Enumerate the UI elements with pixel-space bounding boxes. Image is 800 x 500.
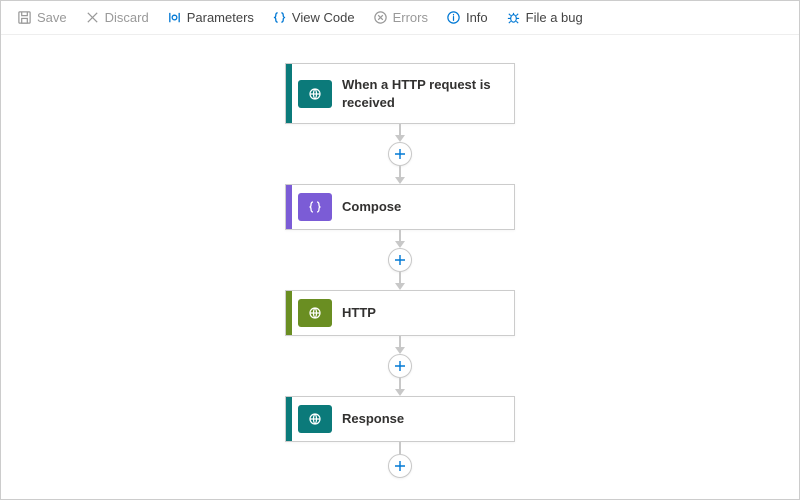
node-label: Compose: [332, 185, 411, 229]
workflow-node-trigger[interactable]: When a HTTP request is received: [285, 63, 515, 124]
save-label: Save: [37, 10, 67, 25]
node-accent-bar: [286, 64, 292, 123]
workflow-node-compose[interactable]: Compose: [285, 184, 515, 230]
http-icon: [298, 299, 332, 327]
info-icon: [446, 10, 461, 25]
add-step-button[interactable]: [388, 142, 412, 166]
parameters-button[interactable]: Parameters: [159, 6, 262, 29]
workflow-node-response[interactable]: Response: [285, 396, 515, 442]
arrow-down-icon: [395, 347, 405, 354]
arrow-down-icon: [395, 389, 405, 396]
arrow-down-icon: [395, 177, 405, 184]
arrow-down-icon: [395, 135, 405, 142]
arrow-down-icon: [395, 241, 405, 248]
parameters-icon: [167, 10, 182, 25]
errors-icon: [373, 10, 388, 25]
save-icon: [17, 10, 32, 25]
discard-button[interactable]: Discard: [77, 6, 157, 29]
workflow-node-http[interactable]: HTTP: [285, 290, 515, 336]
connector-line: [399, 442, 401, 454]
connector: [388, 230, 412, 290]
add-step-button[interactable]: [388, 248, 412, 272]
node-label: HTTP: [332, 291, 386, 335]
connector: [388, 442, 412, 478]
node-accent-bar: [286, 291, 292, 335]
view-code-label: View Code: [292, 10, 355, 25]
file-bug-button[interactable]: File a bug: [498, 6, 591, 29]
connector: [388, 124, 412, 184]
arrow-down-icon: [395, 283, 405, 290]
http-request-icon: [298, 80, 332, 108]
parameters-label: Parameters: [187, 10, 254, 25]
response-icon: [298, 405, 332, 433]
toolbar: Save Discard Parameters View Code Errors…: [1, 1, 799, 35]
workflow-canvas: When a HTTP request is received Compose …: [1, 35, 799, 499]
errors-button[interactable]: Errors: [365, 6, 436, 29]
info-label: Info: [466, 10, 488, 25]
errors-label: Errors: [393, 10, 428, 25]
file-bug-label: File a bug: [526, 10, 583, 25]
view-code-button[interactable]: View Code: [264, 6, 363, 29]
discard-icon: [85, 10, 100, 25]
save-button[interactable]: Save: [9, 6, 75, 29]
add-step-button[interactable]: [388, 354, 412, 378]
node-accent-bar: [286, 185, 292, 229]
bug-icon: [506, 10, 521, 25]
compose-icon: [298, 193, 332, 221]
info-button[interactable]: Info: [438, 6, 496, 29]
add-step-button[interactable]: [388, 454, 412, 478]
node-label: Response: [332, 397, 414, 441]
node-label: When a HTTP request is received: [332, 64, 514, 123]
discard-label: Discard: [105, 10, 149, 25]
connector: [388, 336, 412, 396]
code-icon: [272, 10, 287, 25]
node-accent-bar: [286, 397, 292, 441]
